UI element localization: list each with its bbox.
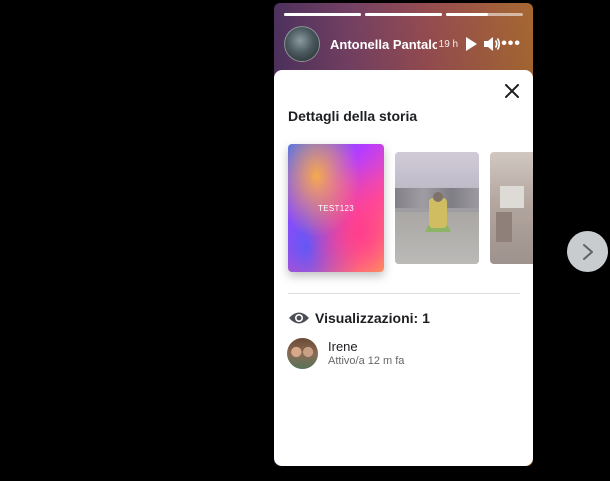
progress-segment — [284, 13, 361, 16]
thumbnail-image-window — [500, 186, 524, 208]
views-count: Visualizzazioni: 1 — [288, 310, 430, 326]
chevron-right-icon — [582, 243, 593, 260]
story-header: Antonella Pantalone 19 h ••• — [284, 26, 525, 62]
views-label: Visualizzazioni: 1 — [315, 310, 430, 326]
thumbnail-image-figure — [429, 198, 447, 228]
volume-icon[interactable] — [483, 34, 501, 54]
story-time: 19 h — [438, 38, 459, 50]
author-name[interactable]: Antonella Pantalone — [330, 37, 437, 52]
viewer-info: Irene Attivo/a 12 m fa — [328, 339, 404, 368]
progress-segment — [365, 13, 442, 16]
viewer-status: Attivo/a 12 m fa — [328, 354, 405, 367]
progress-segment — [446, 13, 523, 16]
next-story-button[interactable] — [567, 231, 608, 272]
progress-fill — [284, 13, 361, 16]
story-thumbnail-selected[interactable]: TEST123 — [288, 144, 384, 272]
more-icon[interactable]: ••• — [501, 35, 521, 53]
progress-fill — [446, 13, 489, 16]
close-button[interactable] — [501, 80, 523, 102]
story-progress-bars — [284, 13, 523, 16]
panel-title: Dettagli della storia — [288, 108, 418, 124]
thumbnail-image-door — [496, 212, 512, 242]
thumbnail-image-sky — [395, 152, 479, 192]
story-thumbnail[interactable] — [490, 152, 533, 264]
viewer-list-item[interactable]: Irene Attivo/a 12 m fa — [287, 338, 404, 369]
divider — [288, 293, 520, 294]
close-icon — [505, 84, 519, 98]
thumbnail-label: TEST123 — [318, 203, 354, 213]
story-thumbnail[interactable] — [395, 152, 479, 264]
viewer-name[interactable]: Irene — [328, 339, 404, 355]
story-details-panel: Dettagli della storia TEST123 Visualizza… — [274, 70, 533, 466]
eye-icon — [289, 312, 309, 324]
play-icon[interactable] — [462, 34, 479, 54]
avatar[interactable] — [287, 338, 318, 369]
progress-fill — [365, 13, 442, 16]
author-avatar[interactable] — [284, 26, 320, 62]
thumbnail-image-figure-head — [433, 192, 443, 202]
